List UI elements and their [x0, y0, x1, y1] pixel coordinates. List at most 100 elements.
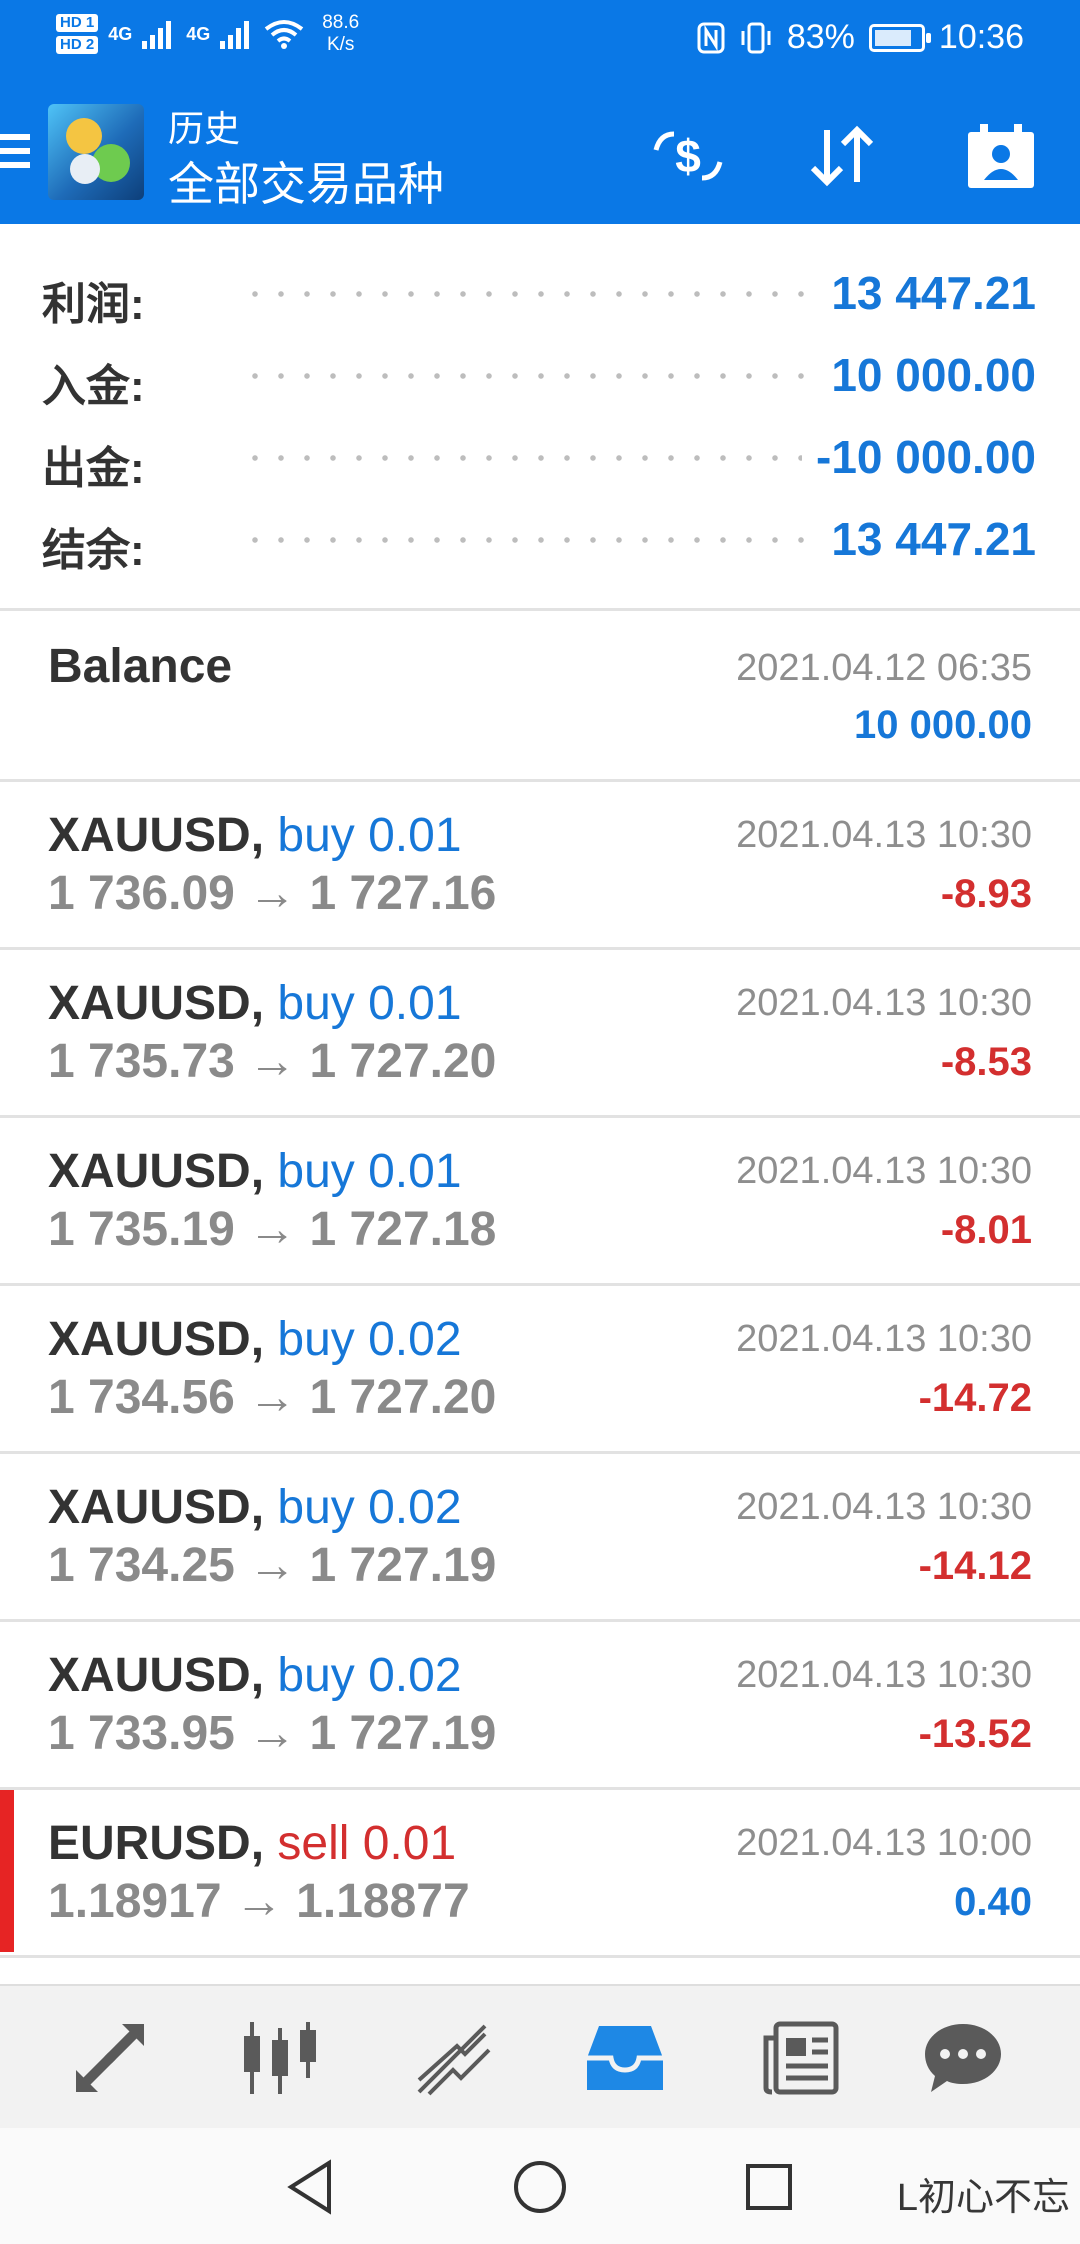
deal-time: 2021.04.13 10:30: [736, 1150, 1032, 1192]
deal-row[interactable]: XAUUSD, buy 0.02 1 733.95 → 1 727.19 202…: [0, 1622, 1080, 1787]
sort-arrows-icon: [810, 125, 874, 187]
news-icon: [763, 2021, 839, 2095]
divider: [0, 1955, 1080, 1958]
tab-news[interactable]: [750, 2008, 850, 2108]
trade-line-icon: [417, 2024, 491, 2096]
deal-time: 2021.04.13 10:30: [736, 1486, 1032, 1528]
network2-label: 4G: [186, 23, 211, 44]
recents-button[interactable]: [734, 2152, 804, 2222]
summary-row-withdrawal: 出金: -10 000.00: [42, 431, 1036, 493]
app-top-area: HD 1 HD 2 4G 4G 88.6 K/s 83% 10:36 历史 全部…: [0, 0, 1080, 224]
deal-symbol: XAUUSD,: [48, 1145, 265, 1198]
deal-time: 2021.04.13 10:30: [736, 1318, 1032, 1360]
dollar-exchange-icon: $: [653, 130, 723, 182]
balance-amount: 10 000.00: [854, 703, 1032, 747]
home-button[interactable]: [505, 2152, 575, 2222]
chat-icon: [925, 2024, 1001, 2092]
deal-profit: -8.93: [940, 872, 1032, 916]
summary-row-balance: 结余: 13 447.21: [42, 513, 1036, 575]
deal-row[interactable]: XAUUSD, buy 0.01 1 735.73 → 1 727.20 202…: [0, 950, 1080, 1115]
balance-label: Balance: [48, 640, 233, 693]
candlestick-chart-icon: [244, 2022, 316, 2094]
deal-direction: buy 0.02: [277, 1481, 462, 1534]
system-nav-bar: L初心不忘: [0, 2128, 1080, 2244]
deal-prices: 1 734.25 → 1 727.19: [48, 1539, 497, 1592]
deal-symbol: XAUUSD,: [48, 809, 265, 862]
calendar-period-button[interactable]: [961, 116, 1041, 196]
bottom-tab-bar: [0, 1984, 1080, 2128]
tab-messages[interactable]: [913, 2008, 1013, 2108]
deal-direction: buy 0.02: [277, 1313, 462, 1366]
deal-direction: buy 0.02: [277, 1649, 462, 1702]
app-header: 历史 全部交易品种 $: [0, 86, 1080, 224]
recents-square-icon: [746, 2164, 792, 2210]
deal-row[interactable]: XAUUSD, buy 0.01 1 736.09 → 1 727.16 202…: [0, 782, 1080, 947]
summary-row-deposit: 入金: 10 000.00: [42, 349, 1036, 411]
svg-text:$: $: [675, 130, 701, 182]
status-bar: HD 1 HD 2 4G 4G 88.6 K/s 83% 10:36: [0, 0, 1080, 86]
summary-row-profit: 利润: 13 447.21: [42, 267, 1036, 329]
tab-trade[interactable]: [403, 2008, 503, 2108]
deal-direction: buy 0.01: [277, 809, 462, 862]
home-circle-icon: [514, 2161, 566, 2213]
deal-profit: -14.72: [918, 1376, 1032, 1420]
symbol-filter-title[interactable]: 全部交易品种: [168, 148, 444, 214]
deal-symbol: XAUUSD,: [48, 1481, 265, 1534]
header-subtitle: 历史: [168, 108, 241, 149]
dot-leader: [242, 536, 822, 544]
sell-marker: [0, 1790, 14, 1952]
sort-button[interactable]: [802, 116, 882, 196]
menu-icon[interactable]: [0, 134, 30, 174]
back-triangle-icon: [287, 2159, 331, 2215]
network-speed: 88.6 K/s: [322, 12, 360, 55]
back-button[interactable]: [275, 2152, 345, 2222]
deal-row[interactable]: XAUUSD, buy 0.02 1 734.56 → 1 727.20 202…: [0, 1286, 1080, 1451]
metatrader-logo: [48, 104, 144, 200]
tab-quotes[interactable]: [60, 2008, 160, 2108]
deal-prices: 1 736.09 → 1 727.16: [48, 867, 497, 920]
balance-row[interactable]: Balance 2021.04.12 06:35 10 000.00: [0, 611, 1080, 779]
wifi-icon: [264, 20, 304, 49]
deal-symbol: EURUSD,: [48, 1817, 265, 1870]
watermark: L初心不忘: [896, 2177, 1070, 2219]
deal-row[interactable]: EURUSD, sell 0.01 1.18917 → 1.18877 2021…: [0, 1790, 1080, 1955]
sim2-badge: HD 2: [56, 36, 99, 54]
deal-prices: 1 733.95 → 1 727.19: [48, 1707, 497, 1760]
deal-time: 2021.04.13 10:00: [736, 1822, 1032, 1864]
signal2-icon: [220, 21, 250, 49]
deal-profit: -14.12: [918, 1544, 1032, 1588]
deal-symbol: XAUUSD,: [48, 977, 265, 1030]
dot-leader: [242, 372, 822, 380]
deal-time: 2021.04.13 10:30: [736, 814, 1032, 856]
deal-direction: buy 0.01: [277, 977, 462, 1030]
deal-prices: 1 735.73 → 1 727.20: [48, 1035, 497, 1088]
history-inbox-icon: [587, 2026, 663, 2090]
vibrate-icon: [741, 22, 771, 53]
sim1-badge: HD 1: [56, 14, 99, 32]
dot-leader: [242, 290, 822, 298]
deal-profit: 0.40: [954, 1880, 1032, 1924]
clock: 10:36: [938, 18, 1024, 56]
deal-symbol: XAUUSD,: [48, 1313, 265, 1366]
calendar-user-icon: [968, 124, 1034, 188]
battery-percent: 83%: [786, 18, 855, 56]
tab-history[interactable]: [575, 2008, 675, 2108]
deal-profit: -8.53: [940, 1040, 1032, 1084]
deal-time: 2021.04.13 10:30: [736, 982, 1032, 1024]
nfc-icon: [697, 22, 725, 53]
deal-profit: -13.52: [918, 1712, 1032, 1756]
deal-row[interactable]: XAUUSD, buy 0.01 1 735.19 → 1 727.18 202…: [0, 1118, 1080, 1283]
summary-section: 利润: 13 447.21 入金: 10 000.00 出金: -10 000.…: [0, 224, 1080, 610]
deal-row[interactable]: XAUUSD, buy 0.02 1 734.25 → 1 727.19 202…: [0, 1454, 1080, 1619]
deal-profit: -8.01: [940, 1208, 1032, 1252]
quotes-arrows-icon: [76, 2024, 144, 2092]
deposit-withdraw-button[interactable]: $: [648, 116, 728, 196]
tab-chart[interactable]: [230, 2008, 330, 2108]
network1-label: 4G: [108, 23, 133, 44]
deal-time: 2021.04.13 10:30: [736, 1654, 1032, 1696]
signal1-icon: [142, 21, 172, 49]
deal-prices: 1 734.56 → 1 727.20: [48, 1371, 497, 1424]
deal-direction: sell 0.01: [277, 1817, 457, 1870]
deal-prices: 1 735.19 → 1 727.18: [48, 1203, 497, 1256]
deal-symbol: XAUUSD,: [48, 1649, 265, 1702]
